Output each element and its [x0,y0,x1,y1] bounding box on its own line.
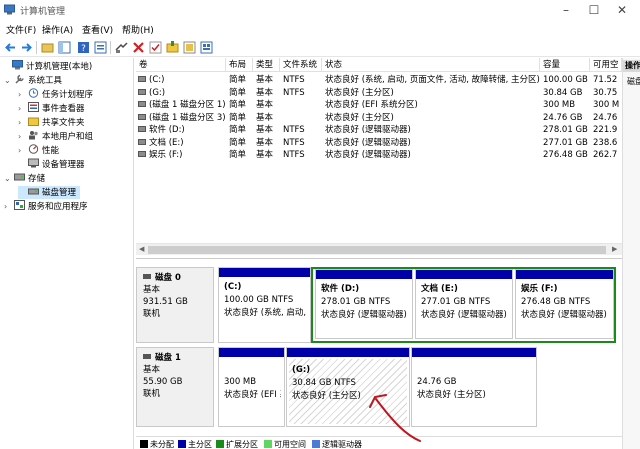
partition-efi[interactable]: 300 MB 状态良好 (EFI 系 [218,347,285,427]
tree-item-task-scheduler[interactable]: › 任务计划程序 [18,88,93,101]
logical-drive-bar [516,270,613,279]
column-header-capacity[interactable]: 容量 [540,58,590,72]
delete-icon[interactable] [131,40,146,55]
navigation-tree: 计算机管理(本地) ⌄ 系统工具 › 任务计划程序 › 事件查看器 › 共享文件夹 › 本… [0,58,134,449]
clock-icon [28,88,39,98]
primary-partition-bar [287,348,409,357]
actions-item-disk[interactable]: 磁盘 [623,76,640,87]
device-icon [28,158,39,168]
partition-c[interactable]: (C:) 100.00 GB NTFS 状态良好 (系统, 启动, [218,267,311,343]
menu-help[interactable]: 帮助(H) [122,23,154,36]
actions-header: 操作 [623,60,640,72]
maximize-button[interactable]: ☐ [580,2,608,18]
tree-item-performance[interactable]: › 性能 [18,144,59,157]
table-row[interactable]: 娱乐 (F:) 简单 基本 NTFS 状态良好 (逻辑驱动器) 276.48 G… [136,149,622,162]
view-icon[interactable] [199,40,214,55]
table-row[interactable]: (磁盘 1 磁盘分区 3) 简单 基本 状态良好 (主分区) 24.76 GB … [136,112,622,125]
tree-item-disk-management[interactable]: 磁盘管理 [18,186,80,199]
volume-icon [138,113,146,120]
folder-icon [28,117,39,126]
legend-primary: 主分区 [178,439,212,449]
back-arrow-icon[interactable] [3,40,18,55]
computer-management-icon [4,4,15,15]
partition-f[interactable]: 娱乐 (F:) 276.48 GB NTFS 状态良好 (逻辑驱动器) [515,269,614,339]
scroll-right-icon[interactable]: ▶ [612,245,617,253]
computer-icon [12,60,23,70]
horizontal-scrollbar[interactable]: ◀ ▶ [136,243,622,255]
volume-icon [138,76,146,82]
table-row[interactable]: (磁盘 1 磁盘分区 1) 简单 基本 状态良好 (EFI 系统分区) 300 … [136,99,622,112]
disk-0-label[interactable]: 磁盘 0 基本 931.51 GB 联机 [136,267,214,343]
scroll-left-icon[interactable]: ◀ [139,245,144,253]
help-icon[interactable]: ? [76,40,91,55]
legend-logical-drive: 逻辑驱动器 [312,439,362,449]
up-folder-icon[interactable] [40,40,55,55]
actions-pane: 操作 磁盘 [622,58,640,449]
connect-icon[interactable] [114,40,129,55]
tree-item-shared-folders[interactable]: › 共享文件夹 [18,116,85,129]
logical-drive-bar [416,270,512,279]
column-header-type[interactable]: 类型 [253,58,280,72]
open-folder-icon[interactable] [165,40,180,55]
table-row[interactable]: 文档 (E:) 简单 基本 NTFS 状态良好 (逻辑驱动器) 277.01 G… [136,137,622,150]
primary-partition-bar [412,348,536,357]
primary-partition-bar [219,268,310,277]
volume-icon [138,138,146,145]
primary-partition-bar [219,348,284,357]
menu-action[interactable]: 操作(A) [42,23,73,36]
performance-icon [28,144,39,154]
column-header-layout[interactable]: 布局 [226,58,253,72]
legend-free-space: 可用空间 [264,439,306,449]
partition-e[interactable]: 文档 (E:) 277.01 GB NTFS 状态良好 (逻辑驱动器) [415,269,513,339]
legend-unallocated: 未分配 [140,439,174,449]
show-tree-icon[interactable] [57,40,72,55]
table-row[interactable]: (G:) 简单 基本 NTFS 状态良好 (主分区) 30.84 GB 30.7… [136,87,622,100]
menu-view[interactable]: 查看(V) [82,23,113,36]
table-row[interactable]: 软件 (D:) 简单 基本 NTFS 状态良好 (逻辑驱动器) 278.01 G… [136,124,622,137]
menu-bar: 文件(F) 操作(A) 查看(V) 帮助(H) [0,20,640,38]
tree-item-device-manager[interactable]: 设备管理器 [18,158,85,171]
users-icon [29,131,38,140]
tree-item-services-apps[interactable]: › 服务和应用程序 [4,200,88,213]
column-header-status[interactable]: 状态 [322,58,540,72]
tree-item-event-viewer[interactable]: › 事件查看器 [18,102,85,115]
tree-item-computer-management[interactable]: 计算机管理(本地) [2,60,92,73]
window-title: 计算机管理 [20,7,66,17]
logical-drive-bar [316,270,412,279]
annotation-arrow-icon [369,394,421,442]
tree-item-local-users-groups[interactable]: › 本地用户和组 [18,130,93,143]
column-header-filesystem[interactable]: 文件系统 [280,58,322,72]
close-button[interactable]: ✕ [608,2,636,18]
menu-file[interactable]: 文件(F) [6,23,36,36]
tree-item-storage[interactable]: ⌄ 存储 [4,172,45,185]
title-bar: 计算机管理 – ☐ ✕ [0,0,640,20]
table-row[interactable]: (C:) 简单 基本 NTFS 状态良好 (系统, 启动, 页面文件, 活动, … [136,74,622,87]
properties-icon[interactable] [93,40,108,55]
toolbar: ? [0,38,640,57]
column-header-free-space[interactable]: 可用空 [590,58,622,72]
volume-icon [138,88,146,95]
legend-extended: 扩展分区 [216,439,258,449]
column-header-volume[interactable]: 卷 [136,58,226,72]
tools-icon [15,74,24,84]
check-icon[interactable] [148,40,163,55]
forward-arrow-icon[interactable] [19,40,34,55]
services-icon [14,200,25,210]
event-icon [28,102,39,112]
minimize-button[interactable]: – [552,2,580,18]
svg-text:?: ? [81,44,86,54]
disk-icon [28,188,39,195]
volume-list: 卷 布局 类型 文件系统 状态 容量 可用空 (C:) 简单 基本 NTFS 状… [136,58,622,258]
storage-icon [14,173,25,181]
disk-1-label[interactable]: 磁盘 1 基本 55.90 GB 联机 [136,347,214,427]
partition-d[interactable]: 软件 (D:) 278.01 GB NTFS 状态良好 (逻辑驱动器) [315,269,413,339]
volume-icon [138,126,146,132]
scrollbar-thumb[interactable] [148,246,606,254]
export-icon[interactable] [182,40,197,55]
volume-icon [138,101,146,107]
tree-item-system-tools[interactable]: ⌄ 系统工具 [4,74,62,87]
volume-icon [138,151,146,157]
